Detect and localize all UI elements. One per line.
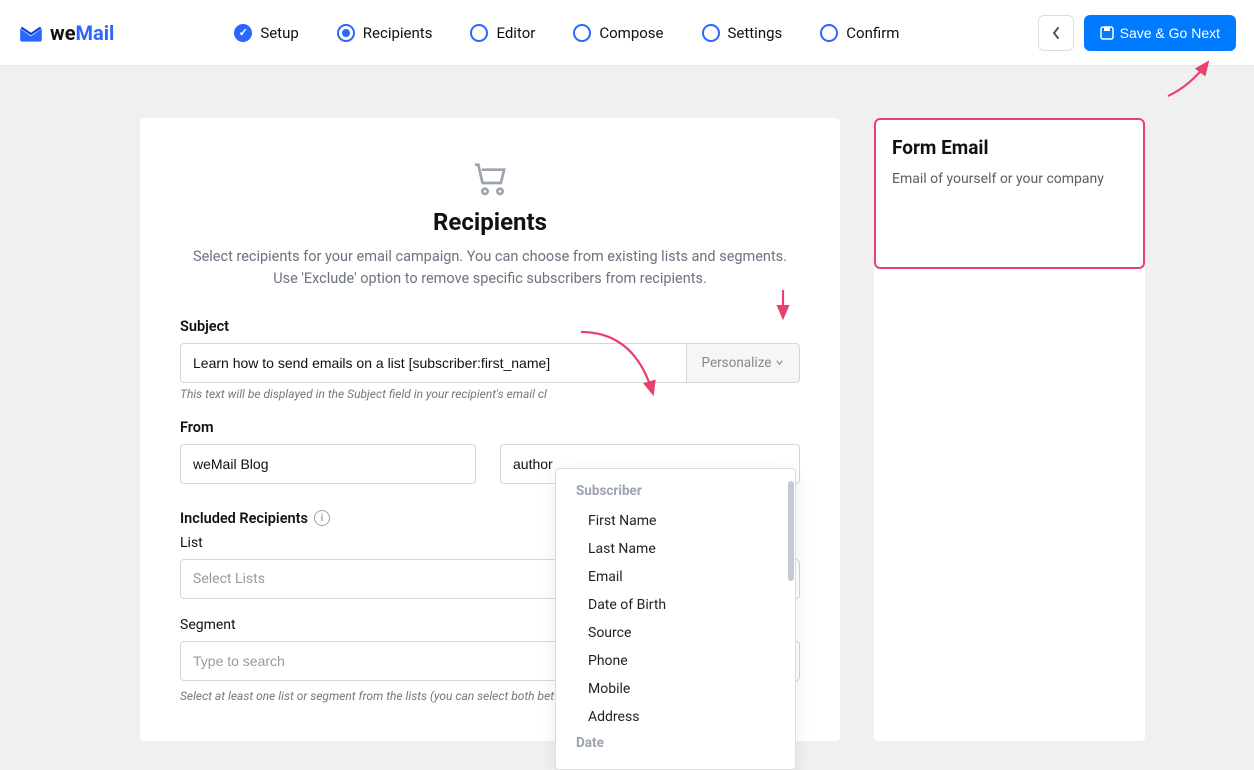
radio-icon	[702, 24, 720, 42]
subject-label: Subject	[180, 318, 800, 335]
step-editor[interactable]: Editor	[470, 24, 535, 42]
radio-icon	[470, 24, 488, 42]
step-setup[interactable]: Setup	[234, 24, 298, 42]
dropdown-item-last-name[interactable]: Last Name	[556, 535, 795, 563]
side-title: Form Email	[892, 136, 1127, 159]
dropdown-item-dob[interactable]: Date of Birth	[556, 591, 795, 619]
radio-icon	[820, 24, 838, 42]
personalize-dropdown[interactable]: Personalize	[686, 343, 800, 383]
step-recipients[interactable]: Recipients	[337, 24, 433, 42]
side-text: Email of yourself or your company	[892, 171, 1127, 187]
radio-active-icon	[337, 24, 355, 42]
cart-icon	[470, 158, 510, 198]
dropdown-item-first-name[interactable]: First Name	[556, 507, 795, 535]
personalize-menu: Subscriber First Name Last Name Email Da…	[555, 468, 796, 770]
radio-icon	[573, 24, 591, 42]
chevron-left-icon	[1051, 27, 1061, 39]
step-compose[interactable]: Compose	[573, 24, 663, 42]
subject-help-text: This text will be displayed in the Subje…	[180, 387, 800, 401]
from-name-input[interactable]	[180, 444, 476, 484]
subject-input[interactable]	[180, 343, 686, 383]
from-label: From	[180, 419, 800, 436]
step-settings[interactable]: Settings	[702, 24, 783, 42]
logo: weMail	[18, 20, 114, 46]
info-icon[interactable]: i	[314, 510, 330, 526]
mail-icon	[18, 20, 44, 46]
dropdown-item-mobile[interactable]: Mobile	[556, 675, 795, 703]
dropdown-group-date: Date	[556, 731, 795, 759]
scrollbar[interactable]	[788, 481, 794, 581]
dropdown-item-address[interactable]: Address	[556, 703, 795, 731]
chevron-down-icon	[775, 358, 784, 367]
recipients-card: Recipients Select recipients for your em…	[140, 118, 840, 741]
step-confirm[interactable]: Confirm	[820, 24, 899, 42]
wizard-steps: Setup Recipients Editor Compose Settings…	[234, 24, 899, 42]
header: weMail Setup Recipients Editor Compose S…	[0, 0, 1254, 66]
side-panel: Form Email Email of yourself or your com…	[874, 118, 1145, 741]
dropdown-item-phone[interactable]: Phone	[556, 647, 795, 675]
dropdown-item-email[interactable]: Email	[556, 563, 795, 591]
save-icon	[1100, 26, 1114, 40]
dropdown-item-source[interactable]: Source	[556, 619, 795, 647]
page-title: Recipients	[180, 208, 800, 236]
page-subtitle: Select recipients for your email campaig…	[180, 246, 800, 290]
save-next-button[interactable]: Save & Go Next	[1084, 15, 1236, 51]
check-icon	[234, 24, 252, 42]
back-button[interactable]	[1038, 15, 1074, 51]
form-email-help: Form Email Email of yourself or your com…	[874, 118, 1145, 269]
dropdown-group-subscriber: Subscriber	[556, 479, 795, 507]
